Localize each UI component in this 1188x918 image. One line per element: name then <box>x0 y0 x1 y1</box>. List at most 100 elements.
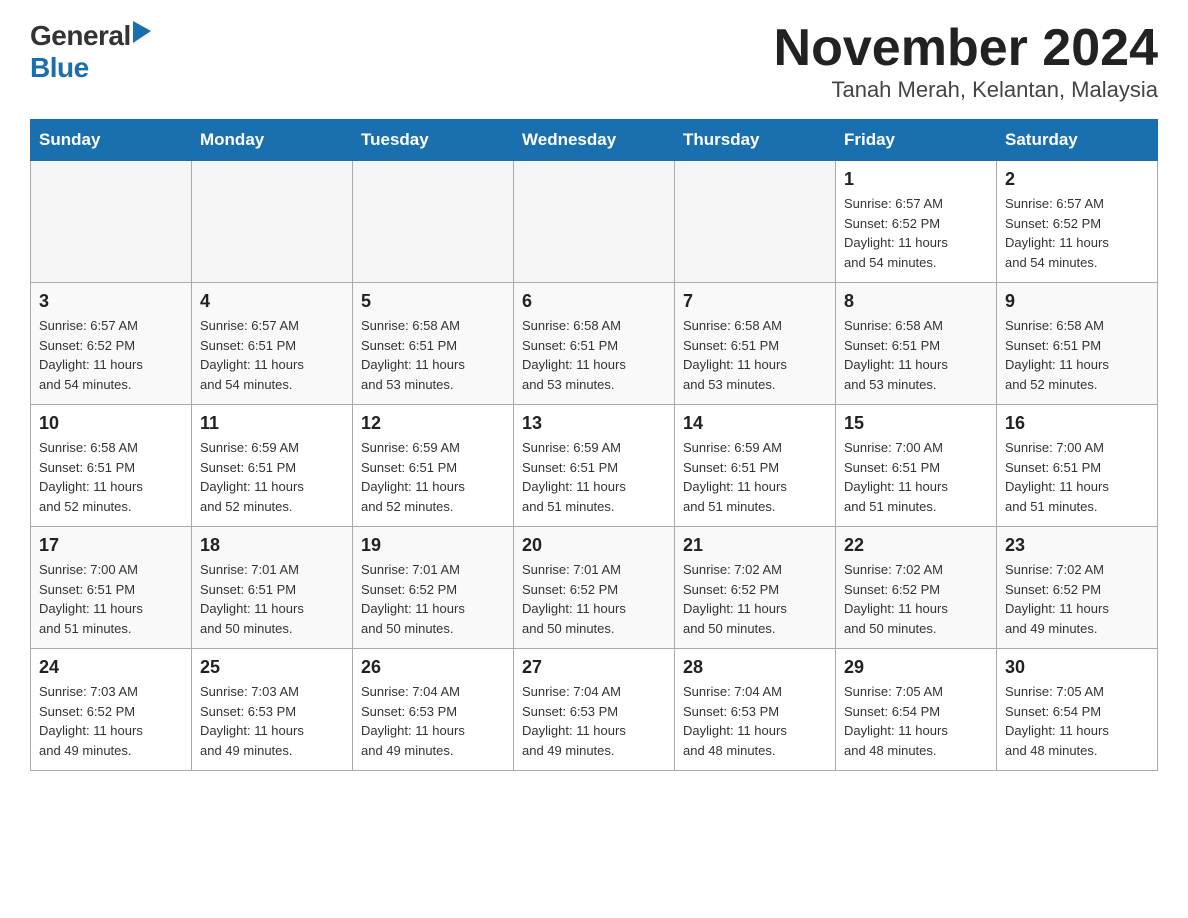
calendar-cell: 2 Sunrise: 6:57 AM Sunset: 6:52 PM Daylig… <box>997 161 1158 283</box>
calendar-cell: 1 Sunrise: 6:57 AM Sunset: 6:52 PM Daylig… <box>836 161 997 283</box>
calendar-cell: 19Sunrise: 7:01 AM Sunset: 6:52 PM Dayli… <box>353 527 514 649</box>
day-number: 12 <box>361 413 505 434</box>
day-number: 15 <box>844 413 988 434</box>
page-subtitle: Tanah Merah, Kelantan, Malaysia <box>774 77 1158 103</box>
logo: General Blue <box>30 20 151 84</box>
day-number: 28 <box>683 657 827 678</box>
col-saturday: Saturday <box>997 120 1158 161</box>
calendar-cell <box>192 161 353 283</box>
day-info: Sunrise: 7:05 AM Sunset: 6:54 PM Dayligh… <box>1005 682 1149 760</box>
day-info: Sunrise: 7:04 AM Sunset: 6:53 PM Dayligh… <box>361 682 505 760</box>
day-info: Sunrise: 6:59 AM Sunset: 6:51 PM Dayligh… <box>522 438 666 516</box>
calendar-cell: 4Sunrise: 6:57 AM Sunset: 6:51 PM Daylig… <box>192 283 353 405</box>
calendar-cell: 26 Sunrise: 7:04 AM Sunset: 6:53 PM Dayli… <box>353 649 514 771</box>
col-thursday: Thursday <box>675 120 836 161</box>
day-info: Sunrise: 6:57 AM Sunset: 6:52 PM Dayligh… <box>1005 194 1149 272</box>
day-number: 21 <box>683 535 827 556</box>
day-info: Sunrise: 7:02 AM Sunset: 6:52 PM Dayligh… <box>844 560 988 638</box>
day-number: 24 <box>39 657 183 678</box>
calendar-cell: 15 Sunrise: 7:00 AM Sunset: 6:51 PM Dayli… <box>836 405 997 527</box>
week-row-1: 1 Sunrise: 6:57 AM Sunset: 6:52 PM Daylig… <box>31 161 1158 283</box>
day-info: Sunrise: 6:57 AM Sunset: 6:52 PM Dayligh… <box>844 194 988 272</box>
day-number: 11 <box>200 413 344 434</box>
day-number: 25 <box>200 657 344 678</box>
day-info: Sunrise: 6:58 AM Sunset: 6:51 PM Dayligh… <box>683 316 827 394</box>
calendar-cell: 23 Sunrise: 7:02 AM Sunset: 6:52 PM Dayli… <box>997 527 1158 649</box>
calendar-cell: 30Sunrise: 7:05 AM Sunset: 6:54 PM Dayli… <box>997 649 1158 771</box>
page-title: November 2024 <box>774 20 1158 77</box>
day-number: 29 <box>844 657 988 678</box>
calendar-cell: 12Sunrise: 6:59 AM Sunset: 6:51 PM Dayli… <box>353 405 514 527</box>
calendar-header-row: Sunday Monday Tuesday Wednesday Thursday… <box>31 120 1158 161</box>
day-info: Sunrise: 6:59 AM Sunset: 6:51 PM Dayligh… <box>683 438 827 516</box>
day-number: 23 <box>1005 535 1149 556</box>
day-info: Sunrise: 6:59 AM Sunset: 6:51 PM Dayligh… <box>200 438 344 516</box>
calendar-cell: 14 Sunrise: 6:59 AM Sunset: 6:51 PM Dayli… <box>675 405 836 527</box>
week-row-4: 17 Sunrise: 7:00 AM Sunset: 6:51 PM Dayli… <box>31 527 1158 649</box>
calendar-cell <box>31 161 192 283</box>
calendar-cell: 18 Sunrise: 7:01 AM Sunset: 6:51 PM Dayli… <box>192 527 353 649</box>
logo-arrow-icon <box>133 21 151 48</box>
day-number: 26 <box>361 657 505 678</box>
day-info: Sunrise: 7:02 AM Sunset: 6:52 PM Dayligh… <box>683 560 827 638</box>
calendar-cell: 21 Sunrise: 7:02 AM Sunset: 6:52 PM Dayli… <box>675 527 836 649</box>
calendar-cell: 10Sunrise: 6:58 AM Sunset: 6:51 PM Dayli… <box>31 405 192 527</box>
day-number: 8 <box>844 291 988 312</box>
col-friday: Friday <box>836 120 997 161</box>
day-number: 4 <box>200 291 344 312</box>
day-number: 27 <box>522 657 666 678</box>
calendar-cell <box>353 161 514 283</box>
day-number: 5 <box>361 291 505 312</box>
page-header: General Blue November 2024 Tanah Merah, … <box>30 20 1158 103</box>
day-number: 6 <box>522 291 666 312</box>
calendar-table: Sunday Monday Tuesday Wednesday Thursday… <box>30 119 1158 771</box>
day-info: Sunrise: 6:58 AM Sunset: 6:51 PM Dayligh… <box>844 316 988 394</box>
day-number: 22 <box>844 535 988 556</box>
calendar-cell <box>514 161 675 283</box>
day-number: 9 <box>1005 291 1149 312</box>
day-number: 19 <box>361 535 505 556</box>
day-number: 7 <box>683 291 827 312</box>
day-number: 13 <box>522 413 666 434</box>
logo-general-text: General <box>30 20 131 52</box>
day-info: Sunrise: 7:00 AM Sunset: 6:51 PM Dayligh… <box>844 438 988 516</box>
day-number: 20 <box>522 535 666 556</box>
week-row-3: 10Sunrise: 6:58 AM Sunset: 6:51 PM Dayli… <box>31 405 1158 527</box>
calendar-cell: 16Sunrise: 7:00 AM Sunset: 6:51 PM Dayli… <box>997 405 1158 527</box>
day-info: Sunrise: 7:03 AM Sunset: 6:52 PM Dayligh… <box>39 682 183 760</box>
calendar-cell: 27 Sunrise: 7:04 AM Sunset: 6:53 PM Dayli… <box>514 649 675 771</box>
day-info: Sunrise: 7:04 AM Sunset: 6:53 PM Dayligh… <box>522 682 666 760</box>
day-info: Sunrise: 7:04 AM Sunset: 6:53 PM Dayligh… <box>683 682 827 760</box>
col-monday: Monday <box>192 120 353 161</box>
day-info: Sunrise: 7:01 AM Sunset: 6:52 PM Dayligh… <box>522 560 666 638</box>
calendar-cell: 25 Sunrise: 7:03 AM Sunset: 6:53 PM Dayli… <box>192 649 353 771</box>
calendar-cell: 5Sunrise: 6:58 AM Sunset: 6:51 PM Daylig… <box>353 283 514 405</box>
day-number: 2 <box>1005 169 1149 190</box>
col-tuesday: Tuesday <box>353 120 514 161</box>
day-number: 17 <box>39 535 183 556</box>
calendar-cell: 7 Sunrise: 6:58 AM Sunset: 6:51 PM Daylig… <box>675 283 836 405</box>
calendar-cell: 28 Sunrise: 7:04 AM Sunset: 6:53 PM Dayli… <box>675 649 836 771</box>
calendar-cell: 9 Sunrise: 6:58 AM Sunset: 6:51 PM Daylig… <box>997 283 1158 405</box>
title-block: November 2024 Tanah Merah, Kelantan, Mal… <box>774 20 1158 103</box>
day-info: Sunrise: 7:01 AM Sunset: 6:51 PM Dayligh… <box>200 560 344 638</box>
day-info: Sunrise: 6:58 AM Sunset: 6:51 PM Dayligh… <box>522 316 666 394</box>
day-number: 16 <box>1005 413 1149 434</box>
calendar-cell: 6 Sunrise: 6:58 AM Sunset: 6:51 PM Daylig… <box>514 283 675 405</box>
calendar-cell: 11 Sunrise: 6:59 AM Sunset: 6:51 PM Dayli… <box>192 405 353 527</box>
day-info: Sunrise: 6:58 AM Sunset: 6:51 PM Dayligh… <box>1005 316 1149 394</box>
calendar-cell <box>675 161 836 283</box>
day-number: 18 <box>200 535 344 556</box>
day-info: Sunrise: 6:57 AM Sunset: 6:52 PM Dayligh… <box>39 316 183 394</box>
day-info: Sunrise: 6:58 AM Sunset: 6:51 PM Dayligh… <box>39 438 183 516</box>
day-info: Sunrise: 7:00 AM Sunset: 6:51 PM Dayligh… <box>39 560 183 638</box>
day-info: Sunrise: 7:03 AM Sunset: 6:53 PM Dayligh… <box>200 682 344 760</box>
calendar-cell: 17 Sunrise: 7:00 AM Sunset: 6:51 PM Dayli… <box>31 527 192 649</box>
col-sunday: Sunday <box>31 120 192 161</box>
day-number: 1 <box>844 169 988 190</box>
day-number: 14 <box>683 413 827 434</box>
day-info: Sunrise: 7:02 AM Sunset: 6:52 PM Dayligh… <box>1005 560 1149 638</box>
day-number: 3 <box>39 291 183 312</box>
week-row-2: 3 Sunrise: 6:57 AM Sunset: 6:52 PM Daylig… <box>31 283 1158 405</box>
calendar-cell: 8 Sunrise: 6:58 AM Sunset: 6:51 PM Daylig… <box>836 283 997 405</box>
